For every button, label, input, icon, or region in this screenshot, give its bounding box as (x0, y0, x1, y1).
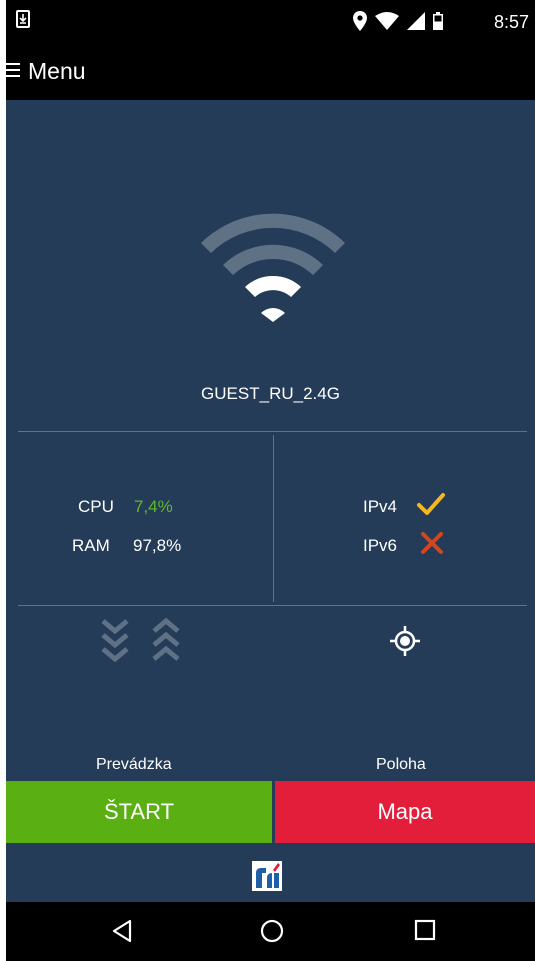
divider-top (18, 431, 527, 432)
download-icon (16, 10, 30, 28)
hamburger-icon[interactable] (6, 60, 20, 85)
wifi-icon (193, 205, 353, 330)
status-bar: 8:57 (6, 0, 535, 44)
back-icon[interactable] (111, 919, 133, 943)
cpu-label: CPU (78, 497, 114, 516)
ipv6-label: IPv6 (363, 536, 398, 555)
location-caption: Poloha (376, 756, 426, 773)
map-button[interactable]: Mapa (275, 781, 535, 843)
divider-vertical (273, 435, 274, 602)
ram-value: 97,8% (133, 536, 182, 555)
app-bar: Menu (6, 44, 535, 100)
check-icon (417, 493, 445, 515)
gps-target-icon (390, 626, 420, 656)
battery-icon (433, 12, 443, 30)
ssid-label: GUEST_RU_2.4G (201, 384, 340, 403)
nav-bar (6, 902, 535, 961)
traffic-caption: Prevádzka (96, 756, 172, 773)
upload-chevrons-icon (152, 617, 180, 661)
wifi-signal-icon (375, 12, 399, 30)
app-screen: 8:57 Menu GUEST_RU_2.4G CPU 7,4% RAM 97,… (6, 0, 535, 961)
brand-logo (252, 861, 282, 891)
recents-icon[interactable] (414, 919, 436, 941)
cpu-value: 7,4% (134, 497, 173, 516)
ram-label: RAM (72, 536, 110, 555)
start-button[interactable]: ŠTART (6, 781, 272, 843)
download-chevrons-icon (101, 619, 129, 663)
home-icon[interactable] (260, 919, 284, 943)
cell-signal-icon (407, 12, 425, 30)
ipv4-label: IPv4 (363, 497, 398, 516)
menu-button[interactable]: Menu (28, 58, 86, 85)
location-icon (353, 11, 367, 31)
cross-icon (421, 532, 443, 554)
status-time: 8:57 (493, 12, 529, 32)
divider-bottom (18, 605, 527, 606)
